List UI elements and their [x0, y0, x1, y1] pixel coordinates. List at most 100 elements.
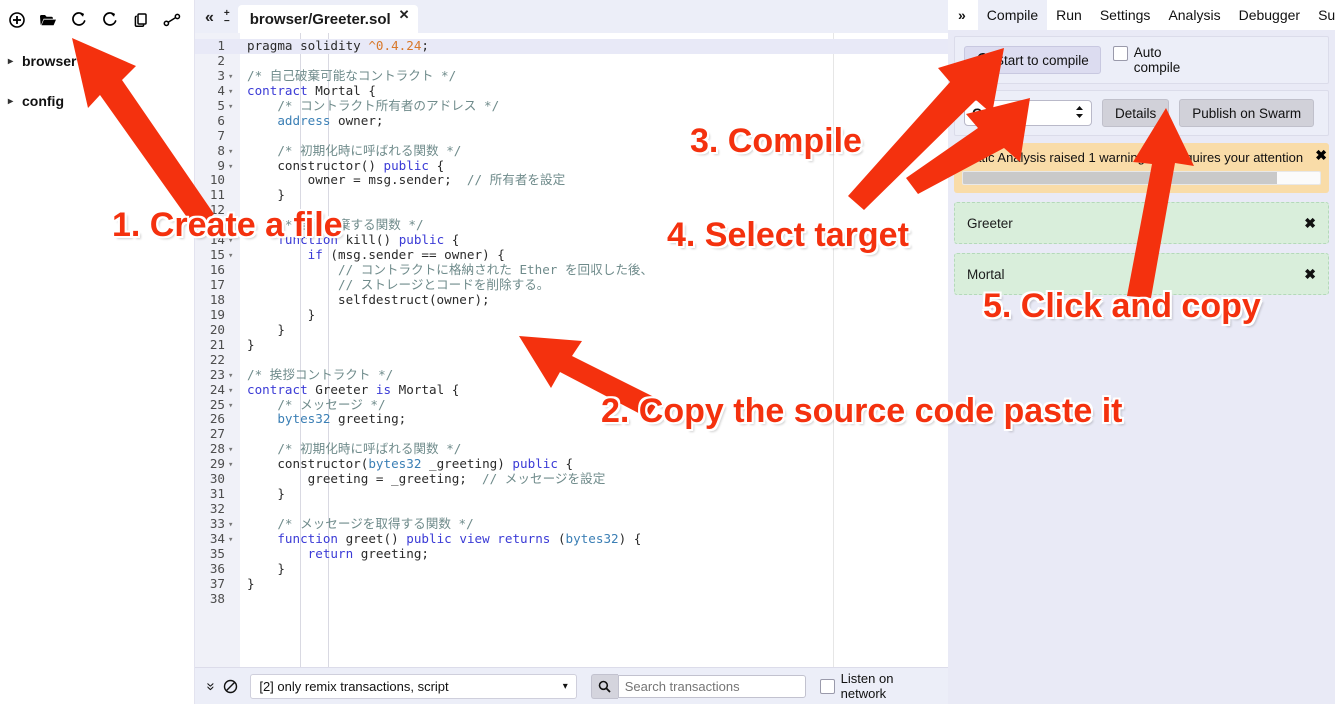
- tab-debugger[interactable]: Debugger: [1230, 0, 1310, 30]
- code-line[interactable]: 36 }: [195, 561, 948, 577]
- details-button[interactable]: Details: [1102, 99, 1170, 127]
- contract-card-mortal[interactable]: Mortal ✖: [954, 253, 1329, 295]
- source-code[interactable]: 1 pragma solidity ^0.4.24; 2 3 ▾/* 自己破棄可能なコ…: [195, 33, 948, 607]
- code-line[interactable]: 22: [195, 352, 948, 368]
- listen-on-network-toggle[interactable]: Listen on network: [819, 671, 942, 701]
- fold-toggle-icon[interactable]: ▾: [228, 369, 236, 384]
- code-line[interactable]: 18 selfdestruct(owner);: [195, 292, 948, 308]
- code-line[interactable]: 37}: [195, 576, 948, 592]
- tab-compile[interactable]: Compile: [977, 0, 1048, 30]
- code-line[interactable]: 9 ▾ constructor() public {: [195, 158, 948, 175]
- search-icon[interactable]: [590, 673, 618, 699]
- fold-toggle-icon[interactable]: ▾: [228, 458, 236, 473]
- code-line[interactable]: 30 greeting = _greeting; // メッセージを設定: [195, 471, 948, 487]
- connect-localhost-icon[interactable]: [163, 11, 181, 29]
- editor-tab-greeter[interactable]: browser/Greeter.sol ✕: [237, 5, 418, 33]
- code-line[interactable]: 25 ▾ /* メッセージ */: [195, 397, 948, 414]
- fold-toggle-icon[interactable]: ▾: [228, 145, 236, 160]
- code-line[interactable]: 31 }: [195, 486, 948, 502]
- code-line[interactable]: 12: [195, 202, 948, 218]
- line-number: 3: [217, 67, 225, 83]
- github-push-icon[interactable]: [101, 11, 119, 29]
- code-line[interactable]: 29 ▾ constructor(bytes32 _greeting) publi…: [195, 456, 948, 473]
- terminal-collapse-icon[interactable]: »: [203, 682, 220, 690]
- fold-toggle-icon[interactable]: ▾: [228, 160, 236, 175]
- code-line[interactable]: 34 ▾ function greet() public view returns…: [195, 530, 948, 548]
- open-folder-icon[interactable]: [39, 11, 57, 29]
- fold-toggle-icon[interactable]: ▾: [228, 399, 236, 414]
- code-line[interactable]: 20 }: [195, 322, 948, 338]
- create-file-icon[interactable]: [8, 11, 26, 29]
- code-line[interactable]: 3 ▾ /* 自己破棄可能なコントラクト */: [195, 67, 948, 85]
- checkbox[interactable]: [819, 678, 835, 694]
- start-to-compile-button[interactable]: Start to compile: [964, 46, 1101, 74]
- fold-toggle-icon[interactable]: ▾: [228, 85, 236, 100]
- code-line[interactable]: 17 // ストレージとコードを削除する。: [195, 277, 948, 293]
- search-input[interactable]: [617, 674, 806, 698]
- tab-analysis[interactable]: Analysis: [1159, 0, 1229, 30]
- code-line[interactable]: 6 address owner;: [195, 113, 948, 129]
- code-line[interactable]: 35 return greeting;: [195, 546, 948, 562]
- code-line[interactable]: 11 }: [195, 187, 948, 203]
- collapse-panel-icon[interactable]: «: [205, 10, 214, 26]
- code-line[interactable]: 16 // コントラクトに格納された Ether を回収した後、: [195, 262, 948, 278]
- code-line[interactable]: 1 pragma solidity ^0.4.24;: [195, 38, 948, 54]
- code-line[interactable]: 15 ▾ if (msg.sender == owner) {: [195, 247, 948, 264]
- code-line[interactable]: 24 ▾ contract Greeter is Mortal {: [195, 382, 948, 399]
- code-line[interactable]: 38: [195, 591, 948, 607]
- transaction-filter-select[interactable]: [2] only remix transactions, script ▾: [250, 673, 577, 699]
- fold-toggle-icon[interactable]: ▾: [228, 219, 236, 234]
- clear-console-icon[interactable]: [223, 679, 238, 694]
- code-line[interactable]: 13 ▾ /* 自己破棄する関数 */: [195, 217, 948, 234]
- tab-settings[interactable]: Settings: [1091, 0, 1160, 30]
- font-size-controls[interactable]: + −: [224, 9, 230, 27]
- tab-support[interactable]: Support: [1309, 0, 1335, 30]
- contract-target-select[interactable]: Greeter: [964, 100, 1092, 126]
- copy-files-icon[interactable]: [132, 11, 150, 29]
- code-line[interactable]: 21}: [195, 336, 948, 353]
- github-pull-icon[interactable]: [70, 11, 88, 29]
- close-icon[interactable]: ✕: [399, 7, 410, 23]
- code-line[interactable]: 28 ▾ /* 初期化時に呼ばれる関数 */: [195, 441, 948, 458]
- code-line-text: function greet() public view returns (by…: [277, 530, 642, 546]
- code-line[interactable]: 26 bytes32 greeting;: [195, 411, 948, 427]
- tree-item-config[interactable]: ▸ config: [8, 88, 194, 114]
- line-number: 2: [217, 52, 225, 68]
- code-editor[interactable]: 1 pragma solidity ^0.4.24; 2 3 ▾/* 自己破棄可能なコ…: [195, 33, 948, 667]
- code-line[interactable]: 10 owner = msg.sender; // 所有者を設定: [195, 172, 948, 188]
- line-number: 21: [209, 336, 225, 352]
- fold-toggle-icon[interactable]: ▾: [228, 443, 236, 458]
- close-icon[interactable]: ✖: [1315, 147, 1327, 164]
- code-line[interactable]: 7: [195, 128, 948, 144]
- fold-toggle-icon[interactable]: ▾: [228, 234, 236, 249]
- fold-toggle-icon[interactable]: ▾: [228, 533, 236, 548]
- publish-on-swarm-button[interactable]: Publish on Swarm: [1179, 99, 1315, 127]
- fold-toggle-icon[interactable]: ▾: [228, 100, 236, 115]
- code-line[interactable]: 4 ▾ contract Mortal {: [195, 83, 948, 100]
- line-number: 8: [217, 142, 225, 158]
- contract-card-greeter[interactable]: Greeter ✖: [954, 202, 1329, 244]
- checkbox[interactable]: [1112, 46, 1128, 61]
- code-line[interactable]: 14 ▾ function kill() public {: [195, 232, 948, 249]
- code-line[interactable]: 23 ▾ /* 挨拶コントラクト */: [195, 367, 948, 384]
- line-number: 19: [209, 306, 225, 322]
- code-line[interactable]: 8 ▾ /* 初期化時に呼ばれる関数 */: [195, 142, 948, 160]
- fold-toggle-icon[interactable]: ▾: [228, 249, 236, 264]
- close-icon[interactable]: ✖: [1304, 266, 1316, 283]
- code-line[interactable]: 32: [195, 501, 948, 517]
- fold-toggle-icon[interactable]: ▾: [228, 518, 236, 533]
- code-line[interactable]: 27: [195, 426, 948, 442]
- code-line[interactable]: 19 }: [195, 306, 948, 323]
- tree-item-browser[interactable]: ▸ browser: [8, 48, 194, 74]
- fold-toggle-icon[interactable]: ▾: [228, 384, 236, 399]
- auto-compile-toggle[interactable]: Auto compile: [1112, 45, 1192, 75]
- code-line[interactable]: 5 ▾ /* コントラクト所有者のアドレス */: [195, 98, 948, 115]
- close-icon[interactable]: ✖: [1304, 215, 1316, 232]
- nav-expand-icon[interactable]: »: [948, 7, 978, 23]
- fold-toggle-icon[interactable]: ▾: [228, 70, 236, 85]
- code-line[interactable]: 33 ▾ /* メッセージを取得する関数 */: [195, 516, 948, 533]
- code-line[interactable]: 2: [195, 52, 948, 69]
- tab-run[interactable]: Run: [1047, 0, 1091, 30]
- zoom-out-icon[interactable]: −: [224, 17, 230, 27]
